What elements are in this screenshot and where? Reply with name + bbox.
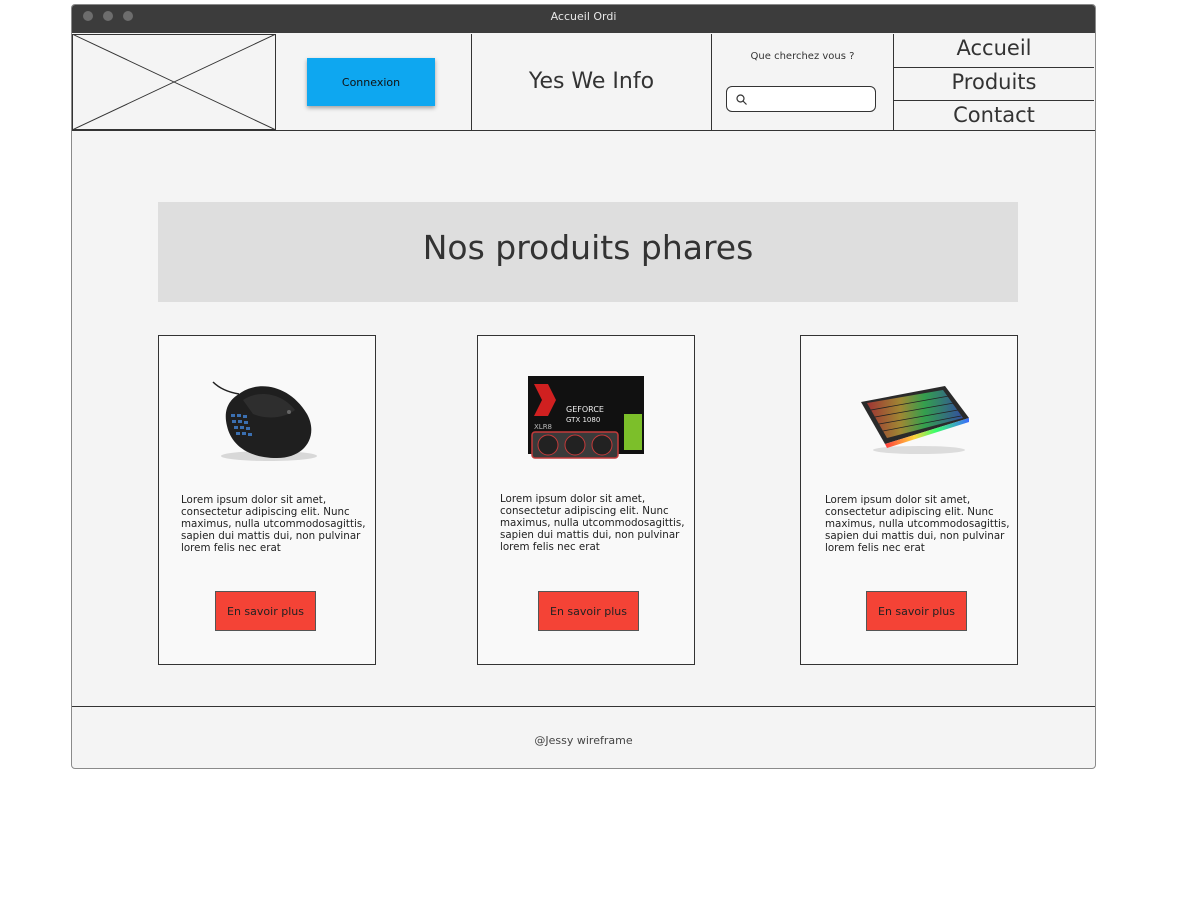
learn-more-button[interactable]: En savoir plus	[866, 591, 967, 631]
learn-more-button[interactable]: En savoir plus	[215, 591, 316, 631]
logo-placeholder	[72, 34, 276, 130]
window-title: Accueil Ordi	[550, 10, 617, 23]
search-label: Que cherchez vous ?	[750, 51, 855, 62]
card-model-text: GTX 1080	[566, 416, 600, 424]
learn-more-button[interactable]: En savoir plus	[538, 591, 639, 631]
connexion-cell: Connexion	[276, 34, 472, 130]
product-description: Lorem ipsum dolor sit amet, consectetur …	[500, 493, 685, 553]
gaming-mouse-icon	[212, 381, 317, 461]
graphics-card-box-icon: GEFORCE GTX 1080 XLR8	[528, 376, 644, 459]
product-description: Lorem ipsum dolor sit amet, consectetur …	[825, 494, 1010, 554]
card-series-text: XLR8	[534, 423, 552, 431]
featured-banner: Nos produits phares	[158, 202, 1018, 302]
card-brand-text: GEFORCE	[566, 405, 604, 414]
window-titlebar: Accueil Ordi	[72, 5, 1095, 33]
nav-item-accueil[interactable]: Accueil	[894, 36, 1094, 60]
search-input[interactable]	[751, 89, 873, 109]
nav-divider	[894, 67, 1094, 68]
product-card: Lorem ipsum dolor sit amet, consectetur …	[158, 335, 376, 665]
product-card: GEFORCE GTX 1080 XLR8 Lorem ipsum dolor …	[477, 335, 695, 665]
nav-item-produits[interactable]: Produits	[894, 70, 1094, 94]
product-card: Lorem ipsum dolor sit amet, consectetur …	[800, 335, 1018, 665]
nav-divider	[894, 100, 1094, 101]
rgb-keyboard-icon	[861, 386, 969, 454]
browser-window: Accueil Ordi Connexion Yes We Info Que c…	[71, 4, 1096, 769]
product-description: Lorem ipsum dolor sit amet, consectetur …	[181, 494, 366, 554]
footer-credit: @Jessy wireframe	[534, 734, 633, 747]
image-placeholder-icon	[72, 34, 276, 130]
search-box[interactable]	[726, 86, 876, 112]
brand-cell: Yes We Info	[472, 34, 712, 130]
main-nav: Accueil Produits Contact	[894, 34, 1095, 130]
banner-title: Nos produits phares	[422, 228, 754, 267]
site-header: Connexion Yes We Info Que cherchez vous …	[72, 34, 1095, 131]
site-footer: @Jessy wireframe	[72, 706, 1095, 768]
nav-item-contact[interactable]: Contact	[894, 103, 1094, 127]
connexion-button[interactable]: Connexion	[307, 58, 435, 106]
site-brand: Yes We Info	[528, 69, 655, 94]
search-icon	[736, 94, 747, 105]
search-cell: Que cherchez vous ?	[712, 34, 894, 130]
